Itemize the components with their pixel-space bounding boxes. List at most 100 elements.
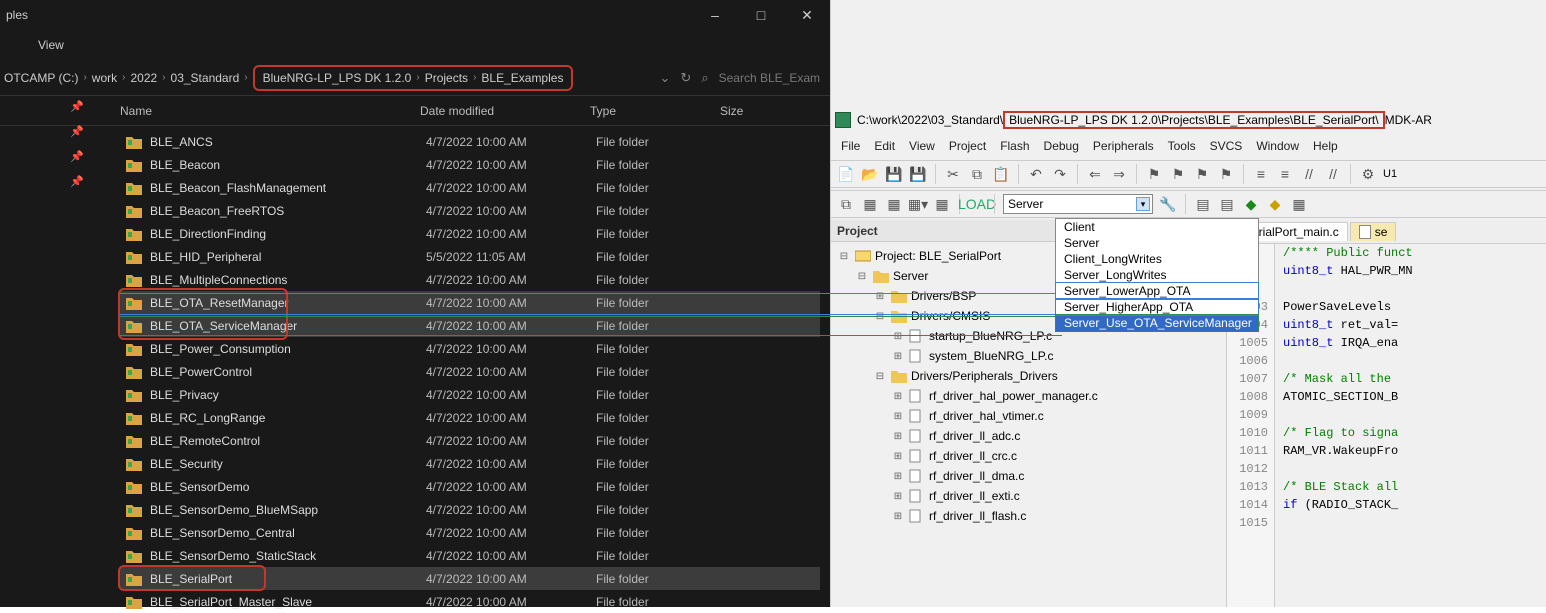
folder-row[interactable]: BLE_SensorDemo4/7/2022 10:00 AMFile fold… [120, 475, 820, 498]
minimize-button[interactable]: – [692, 0, 738, 30]
bookmark-next-icon[interactable]: ⚑ [1193, 165, 1211, 183]
tree-toggle-icon[interactable]: ⊟ [873, 371, 887, 382]
folder-row[interactable]: BLE_SensorDemo_StaticStack4/7/2022 10:00… [120, 544, 820, 567]
menu-view[interactable]: View [28, 34, 74, 56]
menu-view[interactable]: View [909, 139, 935, 153]
folder-row[interactable]: BLE_SerialPort_Master_Slave4/7/2022 10:0… [120, 590, 820, 613]
menu-peripherals[interactable]: Peripherals [1093, 139, 1154, 153]
folder-row[interactable]: BLE_Power_Consumption4/7/2022 10:00 AMFi… [120, 337, 820, 360]
paste-icon[interactable]: 📋 [992, 165, 1010, 183]
save-all-icon[interactable]: 💾 [909, 165, 927, 183]
menu-edit[interactable]: Edit [874, 139, 895, 153]
folder-row[interactable]: BLE_HID_Peripheral5/5/2022 11:05 AMFile … [120, 245, 820, 268]
folder-row[interactable]: BLE_ANCS4/7/2022 10:00 AMFile folder [120, 130, 820, 153]
dropdown-item[interactable]: Server_LowerApp_OTA [1056, 283, 1258, 299]
new-file-icon[interactable]: 📄 [837, 165, 855, 183]
download-icon[interactable]: LOAD [968, 195, 986, 213]
code-line[interactable]: uint8_t IRQA_ena [1283, 334, 1546, 352]
dropdown-item[interactable]: Server_Use_OTA_ServiceManager [1056, 315, 1258, 331]
crumb-examples[interactable]: BLE_Examples [481, 71, 563, 85]
folder-row[interactable]: BLE_RemoteControl4/7/2022 10:00 AMFile f… [120, 429, 820, 452]
maximize-button[interactable]: □ [738, 0, 784, 30]
pin-icon[interactable]: 📌 [70, 150, 84, 163]
folder-row[interactable]: BLE_SensorDemo_Central4/7/2022 10:00 AMF… [120, 521, 820, 544]
code-line[interactable]: /* Mask all the [1283, 370, 1546, 388]
tree-file[interactable]: ⊞system_BlueNRG_LP.c [831, 346, 1226, 366]
tree-file[interactable]: ⊞rf_driver_ll_dma.c [831, 466, 1226, 486]
dropdown-item[interactable]: Client_LongWrites [1056, 251, 1258, 267]
menu-flash[interactable]: Flash [1000, 139, 1029, 153]
menu-debug[interactable]: Debug [1044, 139, 1079, 153]
tree-toggle-icon[interactable]: ⊟ [855, 271, 869, 282]
menu-project[interactable]: Project [949, 139, 986, 153]
tab-second[interactable]: se [1350, 222, 1397, 241]
bookmark-icon[interactable]: ⚑ [1145, 165, 1163, 183]
chevron-down-icon[interactable]: ⌄ [660, 70, 671, 86]
configure-icon[interactable]: ⚙ [1359, 165, 1377, 183]
folder-row[interactable]: BLE_Privacy4/7/2022 10:00 AMFile folder [120, 383, 820, 406]
code-line[interactable] [1283, 280, 1546, 298]
target-dropdown[interactable]: ClientServerClient_LongWritesServer_Long… [1055, 218, 1259, 332]
code-line[interactable]: /* Flag to signa [1283, 424, 1546, 442]
col-type[interactable]: Type [590, 104, 720, 118]
crumb-root[interactable]: OTCAMP (C:) [4, 71, 78, 85]
tree-file[interactable]: ⊞rf_driver_ll_flash.c [831, 506, 1226, 526]
tree-toggle-icon[interactable]: ⊞ [891, 411, 905, 422]
tree-group[interactable]: ⊟Drivers/Peripherals_Drivers [831, 366, 1226, 386]
menu-window[interactable]: Window [1256, 139, 1299, 153]
nav-fwd-icon[interactable]: ⇒ [1110, 165, 1128, 183]
dropdown-item[interactable]: Server_HigherApp_OTA [1056, 299, 1258, 315]
manage-icon[interactable]: ▤ [1194, 195, 1212, 213]
cut-icon[interactable]: ✂ [944, 165, 962, 183]
crumb-sdk[interactable]: BlueNRG-LP_LPS DK 1.2.0 [263, 71, 412, 85]
pack-icon[interactable]: ◆ [1242, 195, 1260, 213]
build-icon[interactable]: ⧉ [837, 195, 855, 213]
search-input[interactable]: Search BLE_Exam [719, 71, 820, 85]
menu-svcs[interactable]: SVCS [1210, 139, 1243, 153]
crumb-work[interactable]: work [92, 71, 117, 85]
dropdown-item[interactable]: Server [1056, 235, 1258, 251]
crumb-03standard[interactable]: 03_Standard [171, 71, 240, 85]
folder-row[interactable]: BLE_PowerControl4/7/2022 10:00 AMFile fo… [120, 360, 820, 383]
stop-build-icon[interactable]: ▦ [933, 195, 951, 213]
uncomment-icon[interactable]: // [1324, 165, 1342, 183]
code-line[interactable]: PowerSaveLevels [1283, 298, 1546, 316]
chevron-down-icon[interactable]: ▾ [1136, 197, 1150, 211]
undo-icon[interactable]: ↶ [1027, 165, 1045, 183]
redo-icon[interactable]: ↷ [1051, 165, 1069, 183]
options-icon[interactable]: 🔧 [1159, 195, 1177, 213]
code-line[interactable] [1283, 514, 1546, 532]
folder-row[interactable]: BLE_SensorDemo_BlueMSapp4/7/2022 10:00 A… [120, 498, 820, 521]
folder-row[interactable]: BLE_Security4/7/2022 10:00 AMFile folder [120, 452, 820, 475]
pin-icon[interactable]: 📌 [70, 125, 84, 138]
batch-build-icon[interactable]: ▦▾ [909, 195, 927, 213]
close-button[interactable]: ✕ [784, 0, 830, 30]
code-editor[interactable]: 1003100410051006100710081009101010111012… [1227, 244, 1546, 607]
tree-file[interactable]: ⊞rf_driver_ll_exti.c [831, 486, 1226, 506]
tree-toggle-icon[interactable]: ⊟ [837, 251, 851, 262]
tree-toggle-icon[interactable]: ⊞ [873, 291, 887, 302]
folder-row[interactable]: BLE_Beacon4/7/2022 10:00 AMFile folder [120, 153, 820, 176]
code-line[interactable]: uint8_t ret_val= [1283, 316, 1546, 334]
comment-icon[interactable]: // [1300, 165, 1318, 183]
tree-toggle-icon[interactable]: ⊞ [891, 491, 905, 502]
menu-help[interactable]: Help [1313, 139, 1338, 153]
tree-toggle-icon[interactable]: ⊞ [891, 511, 905, 522]
code-line[interactable]: ATOMIC_SECTION_B [1283, 388, 1546, 406]
save-icon[interactable]: 💾 [885, 165, 903, 183]
outdent-icon[interactable]: ≡ [1276, 165, 1294, 183]
folder-row[interactable]: BLE_MultipleConnections4/7/2022 10:00 AM… [120, 268, 820, 291]
books-icon[interactable]: ▦ [1290, 195, 1308, 213]
tree-file[interactable]: ⊞rf_driver_ll_crc.c [831, 446, 1226, 466]
code-line[interactable] [1283, 406, 1546, 424]
code-line[interactable]: RAM_VR.WakeupFro [1283, 442, 1546, 460]
tree-file[interactable]: ⊞rf_driver_hal_power_manager.c [831, 386, 1226, 406]
tree-toggle-icon[interactable]: ⊞ [891, 431, 905, 442]
col-size[interactable]: Size [720, 104, 800, 118]
tree-toggle-icon[interactable]: ⊞ [891, 391, 905, 402]
open-folder-icon[interactable]: 📂 [861, 165, 879, 183]
code-line[interactable]: /* BLE Stack all [1283, 478, 1546, 496]
bookmark-clear-icon[interactable]: ⚑ [1217, 165, 1235, 183]
folder-row[interactable]: BLE_OTA_ResetManager4/7/2022 10:00 AMFil… [120, 291, 820, 314]
pin-icon[interactable]: 📌 [70, 175, 84, 188]
